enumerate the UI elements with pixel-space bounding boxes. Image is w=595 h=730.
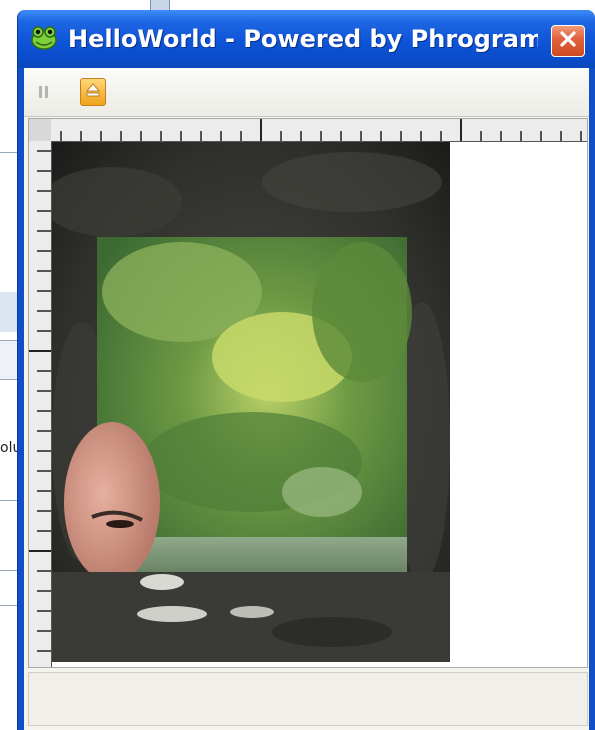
eject-button[interactable] [80, 78, 106, 106]
title-bar[interactable]: HelloWorld - Powered by Phrogram... [18, 10, 595, 68]
ruler-corner [29, 119, 51, 141]
helloworld-window: HelloWorld - Powered by Phrogram... [18, 10, 595, 730]
pause-icon[interactable] [36, 82, 52, 102]
window-client-area [24, 68, 589, 730]
drawing-canvas[interactable] [28, 118, 588, 668]
status-bar [28, 672, 588, 726]
photo-window-view [42, 142, 450, 662]
vertical-ruler [29, 141, 52, 667]
window-title: HelloWorld - Powered by Phrogram... [68, 25, 538, 53]
toolbar [24, 68, 589, 117]
horizontal-ruler [51, 119, 587, 142]
frog-icon [30, 26, 58, 50]
close-icon [559, 30, 577, 52]
eject-icon [85, 82, 101, 102]
close-button[interactable] [551, 25, 585, 57]
